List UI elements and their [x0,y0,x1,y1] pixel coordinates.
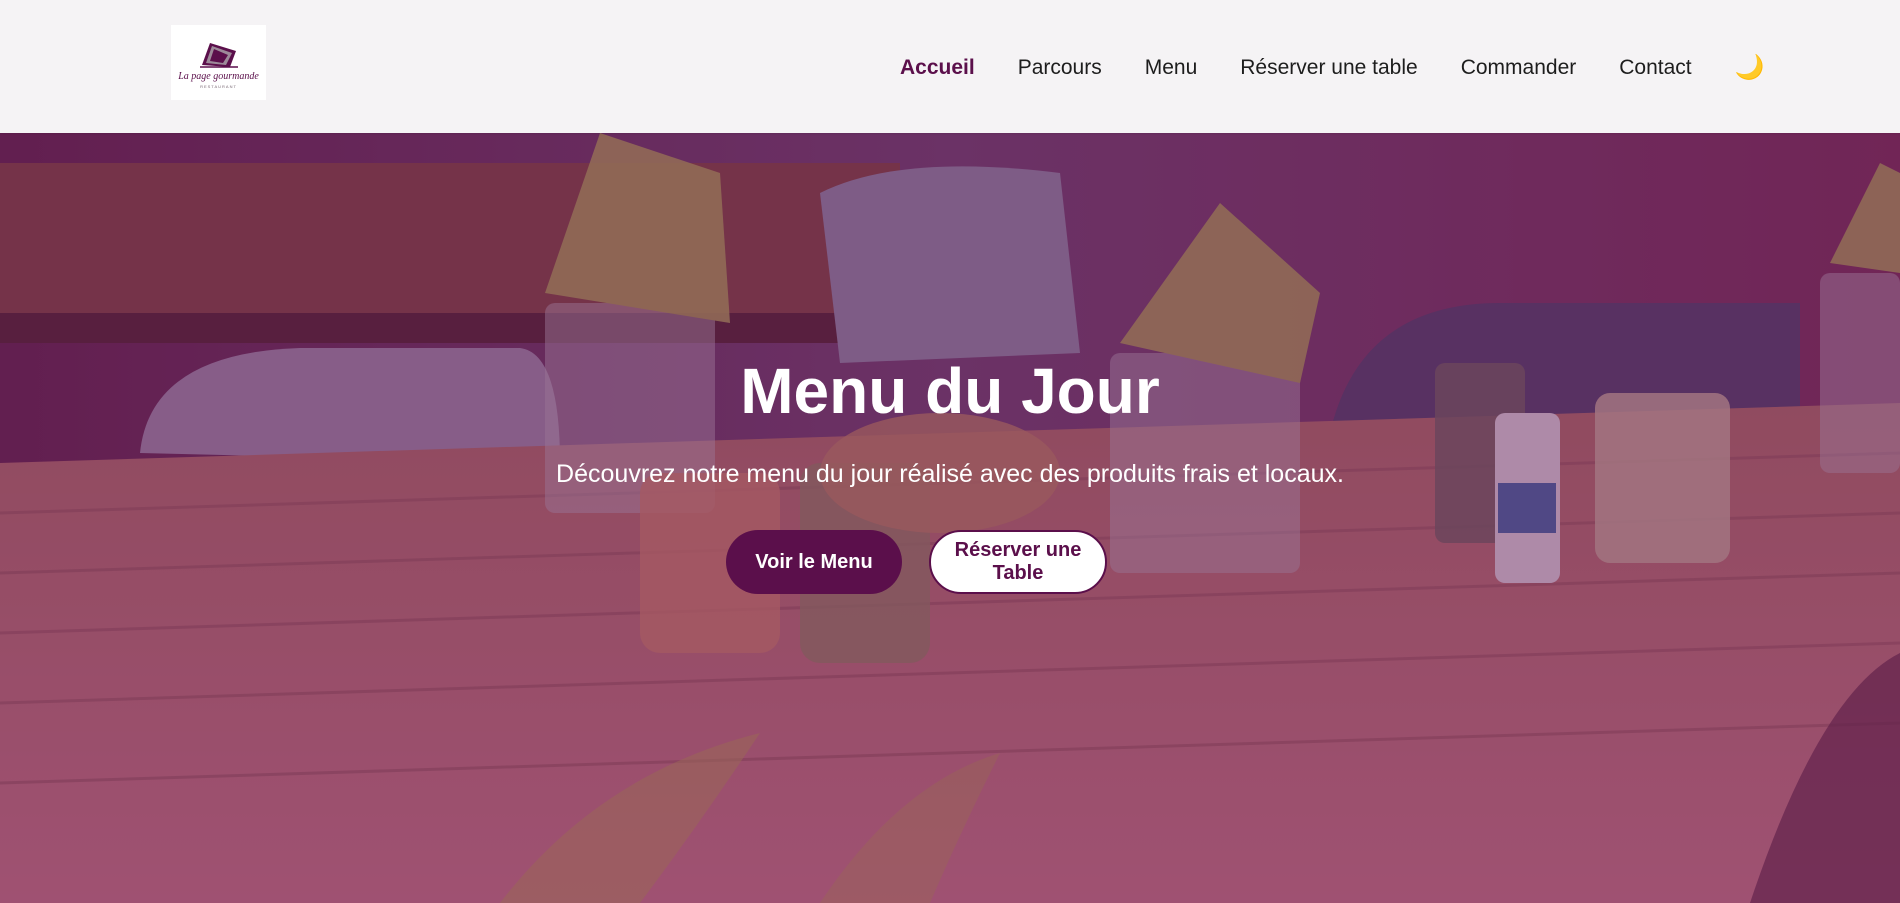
site-header: La page gourmande RESTAURANT Accueil Par… [0,0,1900,133]
hero-actions: Voir le Menu Réserver une Table [726,530,1107,594]
nav-item-parcours[interactable]: Parcours [1018,56,1102,80]
view-menu-button[interactable]: Voir le Menu [726,530,902,594]
hero-title: Menu du Jour [740,355,1160,427]
logo-tagline: RESTAURANT [200,83,237,89]
nav-item-reserver[interactable]: Réserver une table [1240,56,1417,80]
main-nav: Accueil Parcours Menu Réserver une table… [900,56,1765,80]
nav-item-contact[interactable]: Contact [1619,56,1691,80]
hero-subtitle: Découvrez notre menu du jour réalisé ave… [556,460,1344,488]
nav-item-commander[interactable]: Commander [1461,56,1577,80]
nav-item-menu[interactable]: Menu [1145,56,1198,80]
brand-logo[interactable]: La page gourmande RESTAURANT [171,25,266,100]
reserve-table-button[interactable]: Réserver une Table [929,530,1107,594]
nav-item-accueil[interactable]: Accueil [900,56,975,80]
hero-overlay [0,133,1900,903]
logo-wordmark: La page gourmande [178,70,259,82]
logo-emblem-icon [199,42,238,68]
hero-section: Menu du Jour Découvrez notre menu du jou… [0,133,1900,903]
moon-icon[interactable]: 🌙 [1735,56,1765,80]
